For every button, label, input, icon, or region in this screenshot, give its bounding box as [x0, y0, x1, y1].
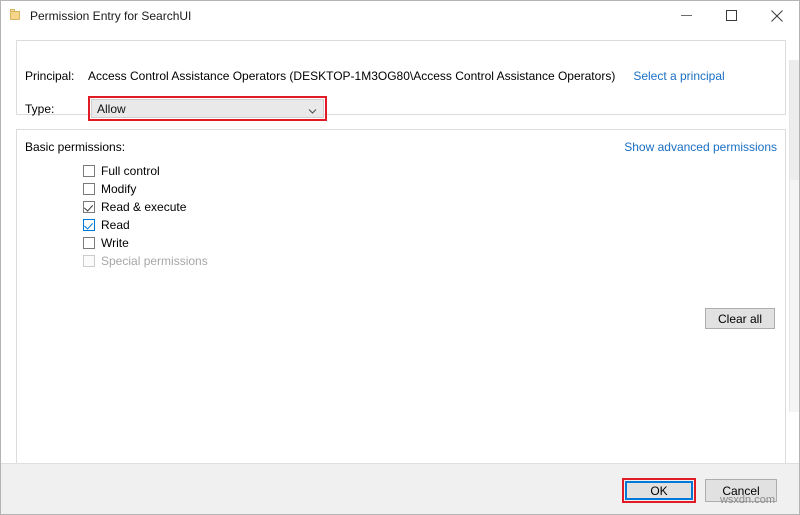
- type-highlight-annotation: Allow: [88, 96, 327, 121]
- permission-item-write[interactable]: Write: [83, 234, 208, 252]
- minimize-icon[interactable]: [664, 1, 709, 30]
- checkbox-full-control[interactable]: [83, 165, 95, 177]
- checkbox-modify[interactable]: [83, 183, 95, 195]
- basic-permissions-label: Basic permissions:: [25, 140, 126, 154]
- dialog-footer: OK Cancel wsxdn.com: [1, 463, 799, 514]
- cancel-button-label: Cancel: [722, 483, 760, 498]
- title-bar-left: Permission Entry for SearchUI: [1, 9, 191, 23]
- permission-item-special-permissions: Special permissions: [83, 252, 208, 270]
- title-bar: Permission Entry for SearchUI: [1, 1, 799, 31]
- permission-item-modify[interactable]: Modify: [83, 180, 208, 198]
- permissions-header: Basic permissions: Show advanced permiss…: [25, 140, 777, 154]
- type-label: Type:: [25, 101, 55, 116]
- window-title: Permission Entry for SearchUI: [30, 8, 192, 23]
- checkbox-read[interactable]: [83, 219, 95, 231]
- maximize-icon[interactable]: [709, 1, 754, 30]
- principal-value: Access Control Assistance Operators (DES…: [88, 69, 616, 83]
- dialog-content: Principal: Access Control Assistance Ope…: [1, 31, 799, 463]
- show-advanced-permissions-link[interactable]: Show advanced permissions: [624, 140, 777, 154]
- type-combobox-value: Allow: [97, 101, 126, 116]
- ok-highlight-annotation: OK: [622, 478, 696, 503]
- checkbox-read-execute[interactable]: [83, 201, 95, 213]
- ok-button[interactable]: OK: [625, 481, 693, 500]
- permissions-group: Basic permissions: Show advanced permiss…: [16, 129, 786, 463]
- vertical-scrollbar[interactable]: [789, 60, 799, 412]
- principal-row: Principal: Access Control Assistance Ope…: [25, 69, 725, 83]
- permission-entry-dialog: Permission Entry for SearchUI Principal:…: [0, 0, 800, 515]
- permission-label: Modify: [101, 182, 137, 196]
- select-a-principal-link[interactable]: Select a principal: [633, 69, 724, 83]
- type-combobox[interactable]: Allow: [91, 99, 324, 118]
- clear-all-button[interactable]: Clear all: [705, 308, 775, 329]
- scrollbar-thumb[interactable]: [790, 60, 799, 180]
- cancel-button[interactable]: Cancel: [705, 479, 777, 502]
- principal-label: Principal:: [25, 69, 75, 83]
- permission-label: Special permissions: [101, 254, 208, 268]
- folder-icon: [9, 9, 22, 22]
- type-row: Type: Allow: [25, 96, 327, 121]
- principal-group: Principal: Access Control Assistance Ope…: [16, 40, 786, 121]
- checkbox-write[interactable]: [83, 237, 95, 249]
- permission-item-full-control[interactable]: Full control: [83, 162, 208, 180]
- permission-label: Write: [101, 236, 129, 250]
- permission-label: Read & execute: [101, 200, 187, 214]
- permission-label: Full control: [101, 164, 160, 178]
- permission-item-read-execute[interactable]: Read & execute: [83, 198, 208, 216]
- window-controls: [664, 1, 799, 30]
- permissions-list: Full control Modify Read & execute Read: [83, 162, 208, 270]
- permission-label: Read: [101, 218, 130, 232]
- chevron-down-icon: [308, 104, 317, 114]
- footer-buttons: OK Cancel: [622, 478, 777, 503]
- close-icon[interactable]: [754, 1, 799, 30]
- checkbox-special-permissions: [83, 255, 95, 267]
- permission-item-read[interactable]: Read: [83, 216, 208, 234]
